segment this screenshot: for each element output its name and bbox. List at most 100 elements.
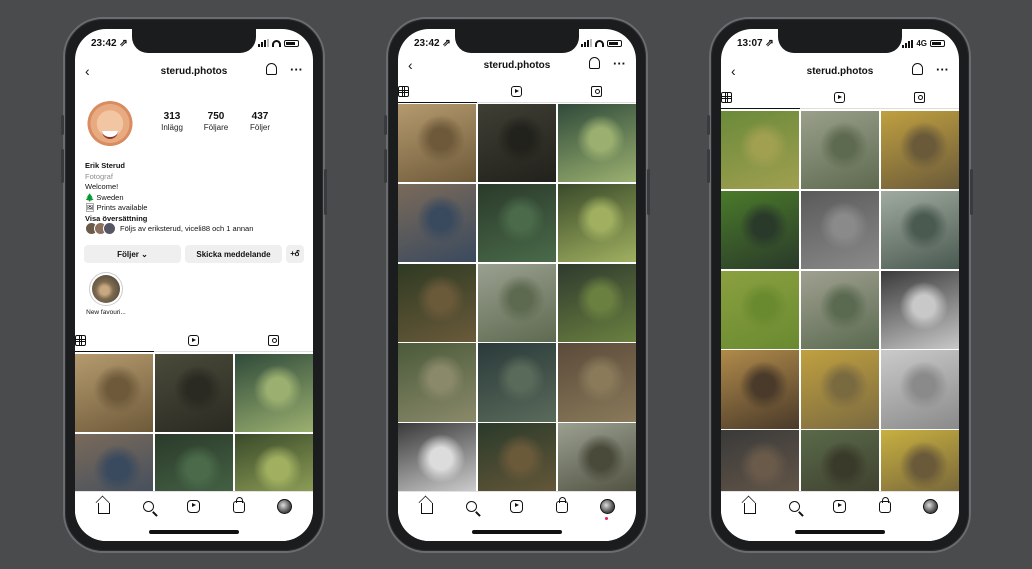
reels-icon xyxy=(188,335,200,346)
profile-avatar[interactable] xyxy=(85,101,135,151)
search-icon[interactable] xyxy=(464,498,480,514)
tab-grid[interactable] xyxy=(398,81,478,103)
photo-thumbnail[interactable] xyxy=(154,354,234,433)
wifi-icon xyxy=(595,39,604,47)
photo-thumbnail[interactable] xyxy=(398,263,477,342)
photo-thumbnail[interactable] xyxy=(557,104,636,183)
photo-thumbnail[interactable] xyxy=(800,270,880,349)
status-time: 23:42 ⇗ xyxy=(414,38,451,49)
profile-header: 313 Inlägg 750 Följare 437 Följer xyxy=(75,97,313,157)
battery-icon xyxy=(284,39,299,47)
home-indicator[interactable] xyxy=(795,530,885,534)
bottom-tab-bar xyxy=(398,491,636,541)
reels-icon[interactable] xyxy=(186,498,202,514)
photo-thumbnail[interactable] xyxy=(880,111,959,190)
followed-by[interactable]: Följs av eriksterud, viceli88 och 1 anna… xyxy=(85,222,253,235)
battery-icon xyxy=(607,39,622,47)
photo-thumbnail[interactable] xyxy=(880,190,959,270)
shop-icon[interactable] xyxy=(877,497,893,514)
search-icon[interactable] xyxy=(141,498,157,514)
more-icon[interactable]: ··· xyxy=(936,62,949,77)
bio-line: 🌲 Sweden xyxy=(85,192,124,202)
shop-icon[interactable] xyxy=(231,497,247,514)
avatar-icon[interactable] xyxy=(276,498,292,514)
profile-category: Fotograf xyxy=(85,171,113,181)
home-indicator[interactable] xyxy=(149,530,239,534)
home-icon[interactable] xyxy=(742,498,758,514)
photo-thumbnail[interactable] xyxy=(557,183,636,263)
tab-grid[interactable] xyxy=(721,87,801,109)
photo-thumbnail[interactable] xyxy=(398,423,477,502)
photo-thumbnail[interactable] xyxy=(477,343,557,422)
more-icon[interactable]: ··· xyxy=(290,62,303,77)
reels-icon[interactable] xyxy=(509,498,525,514)
home-icon[interactable] xyxy=(96,498,112,514)
photo-thumbnail[interactable] xyxy=(557,423,636,502)
phone-screen: 23:42 ⇗ ‹ sterud.photos ··· xyxy=(398,29,636,541)
stat-label: Följare xyxy=(203,123,229,132)
photo-thumbnail[interactable] xyxy=(557,343,636,422)
grid-icon xyxy=(398,86,409,97)
more-icon[interactable]: ··· xyxy=(613,56,626,71)
photo-grid xyxy=(75,354,313,513)
add-person-button[interactable]: +Ꮄ xyxy=(286,245,304,263)
bell-icon[interactable] xyxy=(266,63,277,78)
tagged-icon xyxy=(267,335,279,346)
profile-stats: 313 Inlägg 750 Följare 437 Följer xyxy=(159,111,273,132)
stat-followers[interactable]: 750 Följare xyxy=(203,111,229,132)
home-indicator[interactable] xyxy=(472,530,562,534)
avatar-icon[interactable] xyxy=(599,498,615,520)
story-highlight[interactable]: New favouri... xyxy=(81,272,131,316)
reels-icon[interactable] xyxy=(832,498,848,514)
home-icon[interactable] xyxy=(419,498,435,514)
photo-thumbnail[interactable] xyxy=(800,190,880,270)
tab-tagged[interactable] xyxy=(879,87,959,109)
following-button[interactable]: Följer ⌄ xyxy=(84,245,181,263)
highlight-label: New favouri... xyxy=(86,309,126,316)
message-button[interactable]: Skicka meddelande xyxy=(185,245,282,263)
grid-icon xyxy=(75,335,86,346)
grid-icon xyxy=(721,92,732,103)
photo-thumbnail[interactable] xyxy=(557,263,636,342)
stat-posts[interactable]: 313 Inlägg xyxy=(159,111,185,132)
photo-thumbnail[interactable] xyxy=(721,190,800,270)
photo-thumbnail[interactable] xyxy=(398,183,477,263)
photo-thumbnail[interactable] xyxy=(721,270,800,349)
tab-tagged[interactable] xyxy=(556,81,636,103)
tab-reels[interactable] xyxy=(477,81,557,103)
bell-icon[interactable] xyxy=(912,63,923,78)
profile-tabs xyxy=(721,87,959,109)
bell-icon[interactable] xyxy=(589,57,600,72)
photo-thumbnail[interactable] xyxy=(477,183,557,263)
photo-thumbnail[interactable] xyxy=(234,354,313,433)
stat-following[interactable]: 437 Följer xyxy=(247,111,273,132)
photo-thumbnail[interactable] xyxy=(477,104,557,183)
search-icon[interactable] xyxy=(787,498,803,514)
status-time: 23:42 ⇗ xyxy=(91,38,128,49)
avatar-icon[interactable] xyxy=(922,498,938,514)
photo-thumbnail[interactable] xyxy=(721,111,800,190)
photo-thumbnail[interactable] xyxy=(477,263,557,342)
profile-actions: Följer ⌄ Skicka meddelande +Ꮄ xyxy=(84,245,304,263)
bio-line: 🖼 Prints available xyxy=(85,203,148,212)
photo-thumbnail[interactable] xyxy=(721,350,800,429)
stat-value: 750 xyxy=(207,111,225,122)
phone-screen: 23:42 ⇗ ‹ sterud.photos ··· 313 Inlägg 7… xyxy=(75,29,313,541)
tab-grid[interactable] xyxy=(75,330,155,352)
reels-icon xyxy=(511,86,523,97)
photo-thumbnail[interactable] xyxy=(75,354,154,433)
photo-thumbnail[interactable] xyxy=(800,350,880,429)
activity-dot xyxy=(605,517,609,520)
tab-tagged[interactable] xyxy=(233,330,313,352)
bio-line: Welcome! xyxy=(85,182,119,191)
photo-thumbnail[interactable] xyxy=(880,270,959,349)
photo-thumbnail[interactable] xyxy=(880,350,959,429)
photo-thumbnail[interactable] xyxy=(800,111,880,190)
tab-reels[interactable] xyxy=(800,87,880,109)
stat-value: 437 xyxy=(251,111,269,122)
tab-reels[interactable] xyxy=(154,330,234,352)
photo-thumbnail[interactable] xyxy=(398,104,477,183)
photo-thumbnail[interactable] xyxy=(398,343,477,422)
shop-icon[interactable] xyxy=(554,497,570,514)
photo-thumbnail[interactable] xyxy=(477,423,557,502)
